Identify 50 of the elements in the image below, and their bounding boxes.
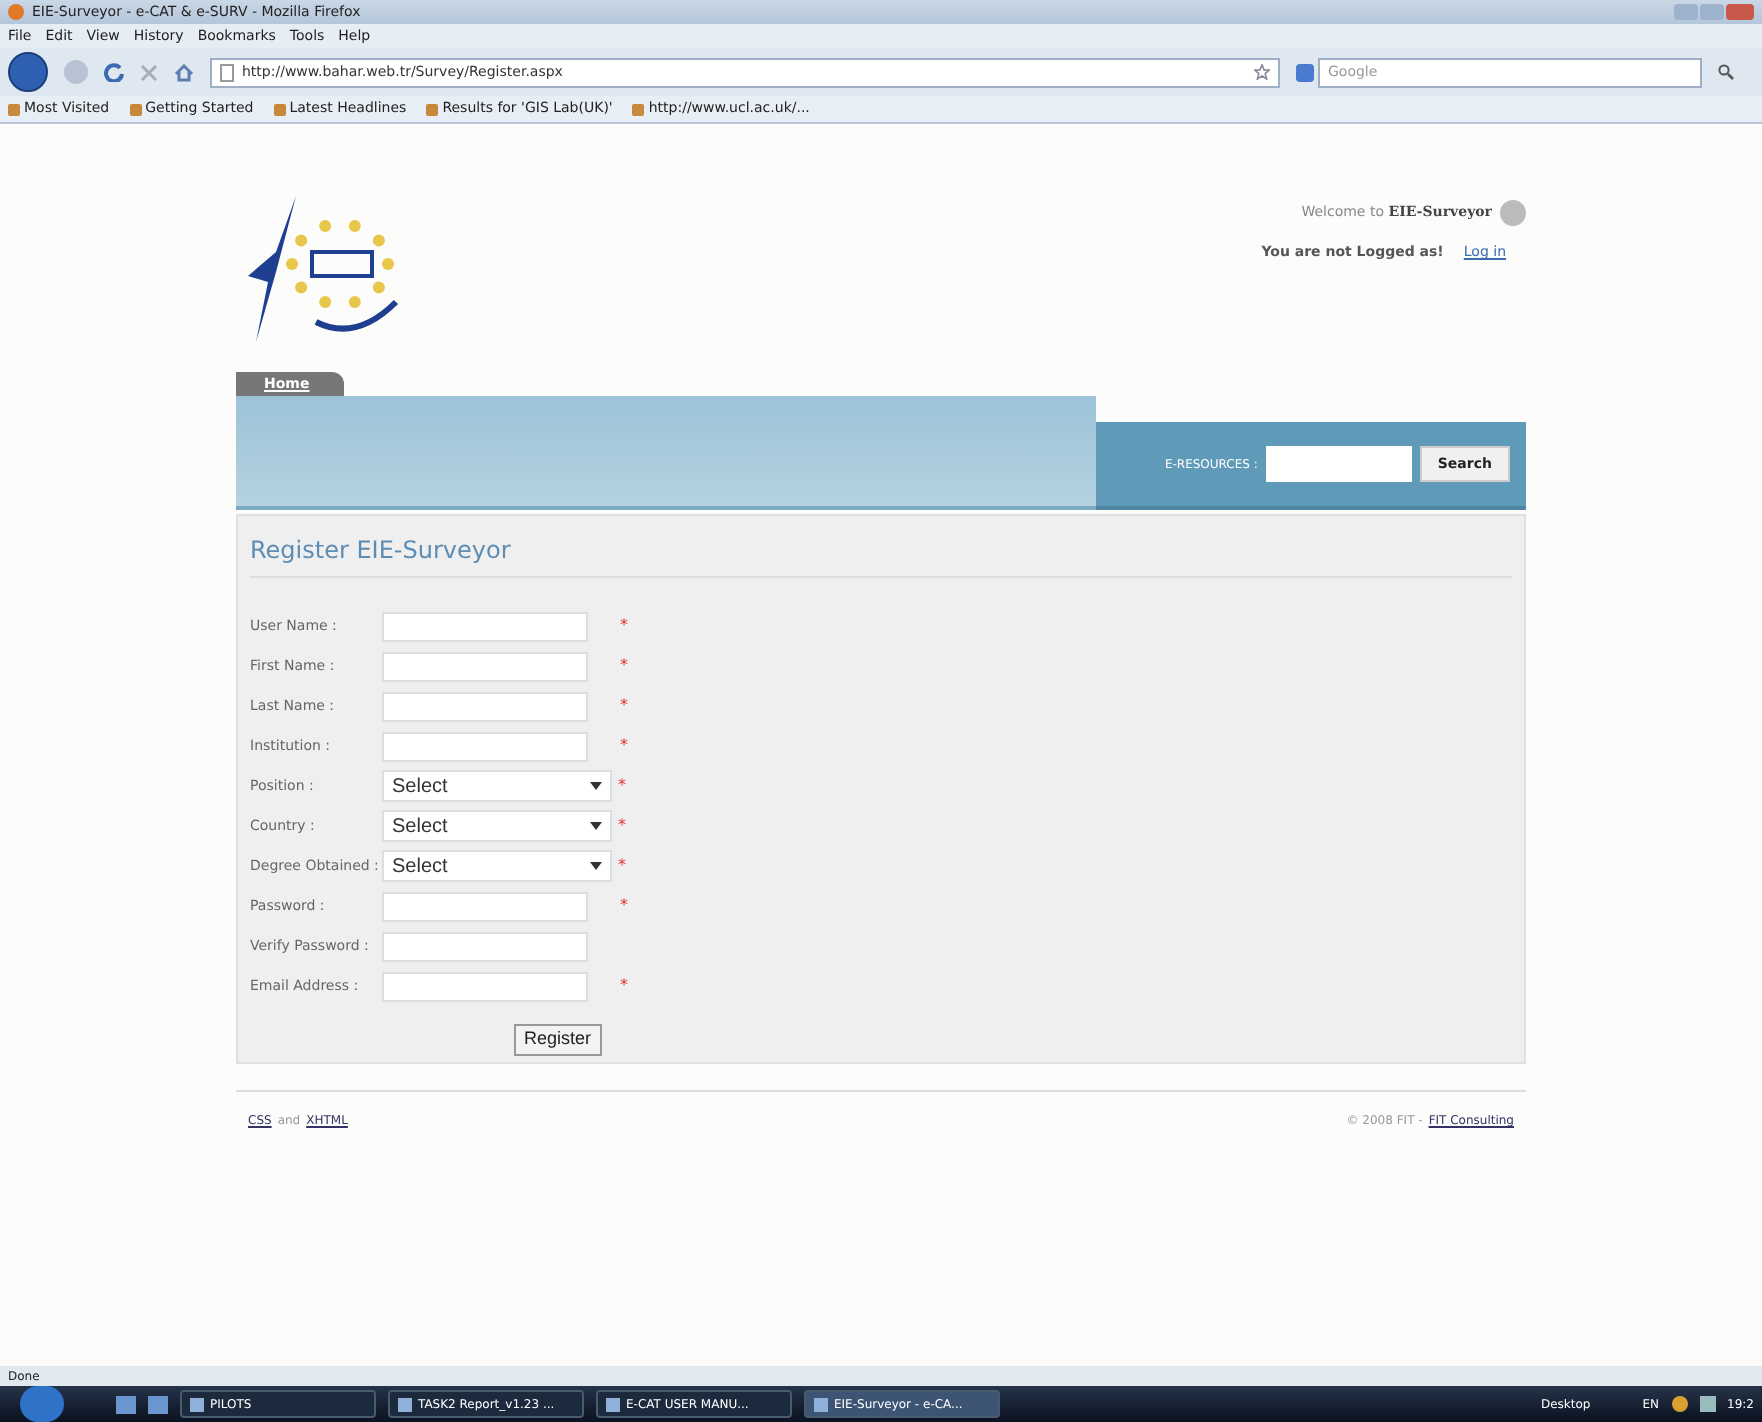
close-icon[interactable]: [1726, 4, 1754, 20]
page-icon: [220, 63, 234, 81]
app-icon: [190, 1397, 204, 1411]
bookmark-icon: [632, 103, 645, 115]
maximize-icon[interactable]: [1700, 4, 1724, 20]
required-slot: *: [620, 736, 632, 756]
bookmark-icon: [273, 103, 286, 115]
input-field[interactable]: [382, 731, 588, 761]
select-field[interactable]: Select: [382, 810, 612, 842]
search-engine-icon[interactable]: [1296, 63, 1314, 81]
caret-icon: [590, 862, 602, 870]
required-slot: *: [618, 816, 630, 836]
bookmark-icon: [426, 103, 439, 115]
input-field[interactable]: [382, 931, 588, 961]
caret-icon: [590, 822, 602, 830]
required-slot: *: [620, 696, 632, 716]
required-slot: *: [620, 616, 632, 636]
search-icon[interactable]: [1718, 64, 1734, 80]
input-field[interactable]: [382, 971, 588, 1001]
user-avatar-icon: [1500, 200, 1526, 226]
form-title: Register EIE-Surveyor: [250, 534, 513, 568]
star-icon[interactable]: [1254, 64, 1270, 80]
forward-icon[interactable]: [64, 60, 88, 84]
app-icon: [814, 1397, 828, 1411]
required-slot: *: [620, 896, 632, 916]
start-icon[interactable]: [20, 1386, 64, 1422]
bookmark-icon: [8, 103, 20, 115]
browser-icon: [8, 4, 24, 20]
input-field[interactable]: [382, 611, 588, 641]
register-button[interactable]: Register: [514, 1023, 602, 1056]
stop-icon[interactable]: [140, 63, 158, 81]
app-icon: [398, 1397, 412, 1411]
required-slot: *: [618, 776, 630, 796]
back-icon[interactable]: [8, 52, 48, 92]
select-field[interactable]: Select: [382, 850, 612, 882]
app-icon: [606, 1397, 620, 1411]
input-field[interactable]: [382, 691, 588, 721]
caret-icon: [590, 782, 602, 790]
required-slot: *: [620, 976, 632, 996]
input-field[interactable]: [382, 891, 588, 921]
resources-search-field[interactable]: [1265, 446, 1412, 482]
input-field[interactable]: [382, 651, 588, 681]
home-icon[interactable]: [174, 63, 194, 81]
required-slot: *: [620, 656, 632, 676]
select-field[interactable]: Select: [382, 770, 612, 802]
reload-icon[interactable]: [104, 62, 124, 82]
bookmark-icon: [129, 103, 142, 115]
minimize-icon[interactable]: [1674, 4, 1698, 20]
tray-icon[interactable]: [1671, 1396, 1688, 1412]
required-slot: *: [618, 856, 630, 876]
